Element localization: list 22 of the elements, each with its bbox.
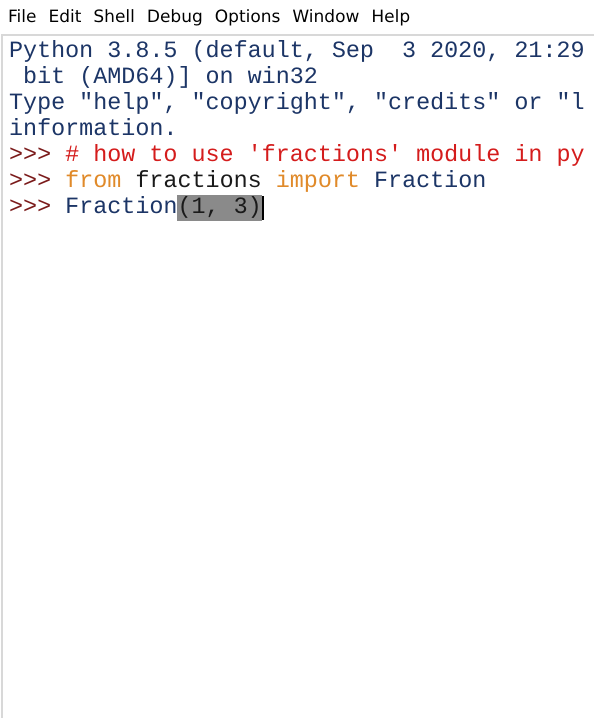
menu-item[interactable]: Help — [365, 7, 416, 27]
shell-output-text: Type "help", "copyright", "credits" or "l — [9, 91, 585, 117]
code-text: from — [65, 169, 122, 195]
code-text: # how to use 'fractions' module in py — [65, 143, 585, 169]
code-text: Fraction — [372, 169, 486, 195]
code-text: import — [276, 169, 360, 195]
menu-item[interactable]: Debug — [140, 7, 209, 27]
shell-output-text: Python 3.8.5 (default, Sep 3 2020, 21:29 — [9, 39, 585, 65]
shell-output-text: bit (AMD64)] on win32 — [22, 65, 318, 91]
shell-prompt: >>> — [9, 195, 52, 221]
shell-text-area[interactable] — [1, 34, 594, 718]
code-text: fractions — [134, 169, 263, 195]
menu-item[interactable]: Window — [286, 7, 366, 27]
menu-item[interactable]: Edit — [42, 7, 88, 27]
shell-prompt: >>> — [9, 143, 52, 169]
shell-output-text: information. — [9, 117, 178, 143]
menu-item[interactable]: Options — [208, 7, 286, 27]
menu-item[interactable]: File — [2, 7, 42, 27]
shell-prompt: >>> — [9, 169, 52, 195]
code-text: Fraction — [65, 195, 178, 221]
menu-item[interactable]: Shell — [87, 7, 141, 27]
code-text: (1, 3) — [177, 195, 262, 221]
